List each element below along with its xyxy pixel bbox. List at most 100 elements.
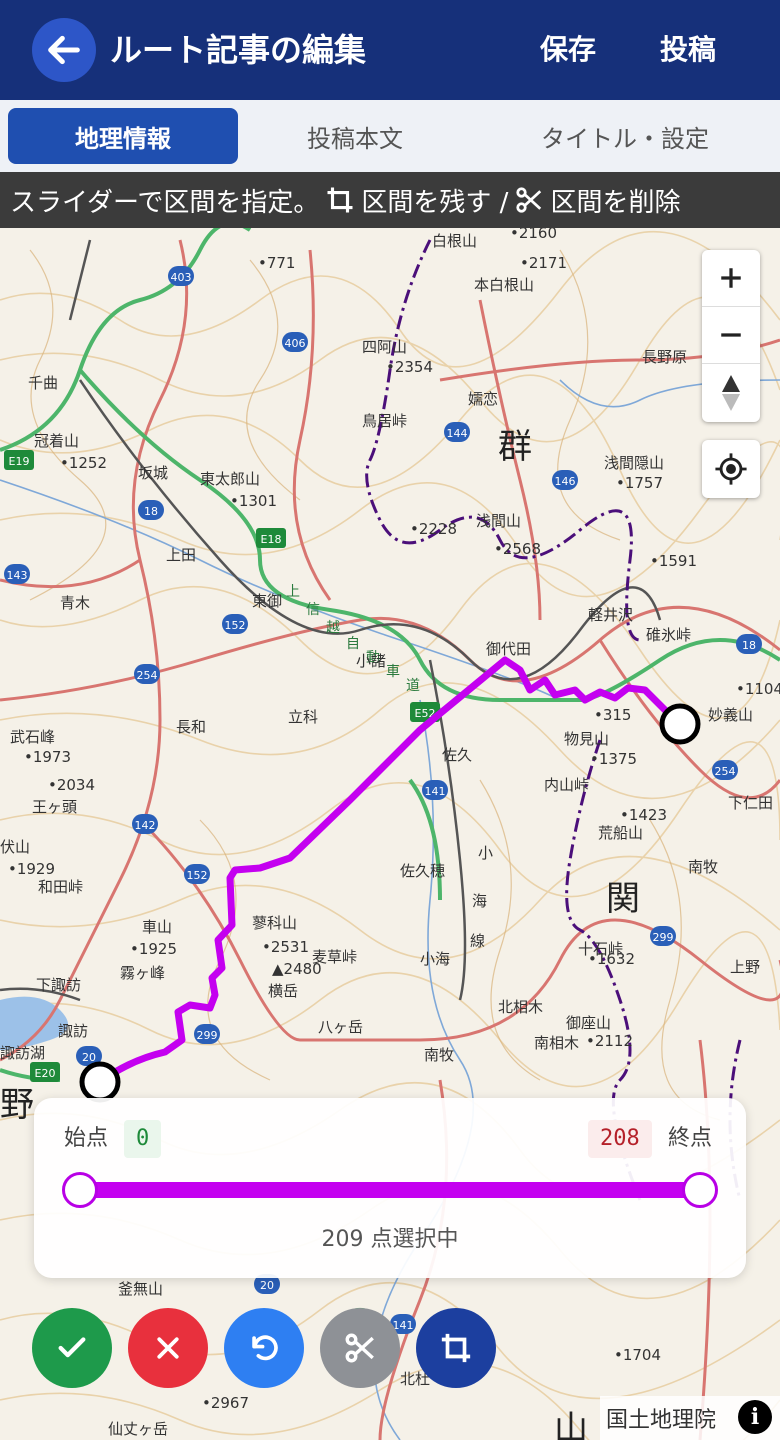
road-number: 254 xyxy=(137,669,158,682)
map-label: •2160 xyxy=(510,228,557,242)
map-label: 東太郎山 xyxy=(200,470,260,488)
zoom-out-button[interactable] xyxy=(702,307,760,364)
slider-end-handle[interactable] xyxy=(682,1172,718,1208)
range-slider-card: 始点 0 208 終点 209 点選択中 xyxy=(34,1098,746,1278)
map-label: •771 xyxy=(258,254,295,272)
map-label: •1591 xyxy=(650,552,697,570)
tab-geo-info[interactable]: 地理情報 xyxy=(8,108,238,164)
plus-icon xyxy=(721,268,741,288)
map-label: 浅間隠山 xyxy=(604,454,664,472)
undo-icon xyxy=(252,1335,278,1361)
slider-track[interactable] xyxy=(78,1182,700,1198)
scissors-icon xyxy=(516,187,542,213)
map-label: 自 xyxy=(346,636,360,652)
check-icon xyxy=(58,1337,86,1358)
map-label: 伏山 xyxy=(0,838,30,856)
map-label: 嬬恋 xyxy=(468,390,498,408)
map-label: •1632 xyxy=(588,950,635,968)
map-label: •2228 xyxy=(410,520,457,538)
selection-count: 209 点選択中 xyxy=(321,1227,459,1252)
map-label: 南牧 xyxy=(424,1046,454,1064)
tab-post-body[interactable]: 投稿本文 xyxy=(250,108,460,164)
map-label: •1252 xyxy=(60,454,107,472)
road-number: E19 xyxy=(9,455,30,468)
map-label: 青木 xyxy=(60,594,90,612)
post-button[interactable]: 投稿 xyxy=(660,26,716,74)
locate-button[interactable] xyxy=(702,440,760,498)
banner-text-3: 区間を削除 xyxy=(550,187,681,218)
save-button[interactable]: 保存 xyxy=(540,26,596,74)
map-label: 南相木 xyxy=(534,1034,579,1052)
confirm-button[interactable] xyxy=(32,1308,112,1388)
map-label: 諏訪湖 xyxy=(0,1044,45,1062)
map-label: •1375 xyxy=(590,750,637,768)
map-label: •315 xyxy=(594,706,631,724)
compass-button[interactable] xyxy=(702,364,760,421)
map-label: 東御 xyxy=(252,592,282,610)
slider-start-handle[interactable] xyxy=(62,1172,98,1208)
undo-button[interactable] xyxy=(224,1308,304,1388)
map-label: 小海 xyxy=(420,950,450,968)
page-title: ルート記事の編集 xyxy=(110,31,367,69)
map-label: 上野 xyxy=(730,958,760,976)
map-label: 坂城 xyxy=(138,464,168,482)
banner-text-1: スライダーで区間を指定。 xyxy=(10,187,320,218)
road-number: 142 xyxy=(135,819,156,832)
map-label: 内山峠 xyxy=(544,776,589,794)
tab-title-settings[interactable]: タイトル・設定 xyxy=(480,108,770,164)
map-label: 王ヶ頭 xyxy=(32,798,77,816)
map-label: 線 xyxy=(470,932,485,950)
map-label: •1757 xyxy=(616,474,663,492)
map-label: 八ヶ岳 xyxy=(318,1018,363,1036)
map-label: •1301 xyxy=(230,492,277,510)
road-number: 152 xyxy=(225,619,246,632)
map-label: 道 xyxy=(406,678,420,694)
map-label: •2112 xyxy=(586,1032,633,1050)
map-label: 佐久穂 xyxy=(400,862,445,880)
cut-button[interactable] xyxy=(320,1308,400,1388)
app-header: ルート記事の編集 保存 投稿 xyxy=(0,0,780,100)
road-number: E18 xyxy=(261,533,282,546)
scissors-icon xyxy=(345,1333,374,1363)
info-icon[interactable]: i xyxy=(738,1400,772,1434)
map-label: 長和 xyxy=(176,718,206,736)
map-label: 信 xyxy=(306,602,320,618)
zoom-in-button[interactable] xyxy=(702,250,760,307)
banner-text-2: 区間を残す / xyxy=(361,187,509,218)
map-label: •1423 xyxy=(620,806,667,824)
map-label: 白根山 xyxy=(432,232,477,250)
map-label: •1704 xyxy=(614,1346,661,1364)
map-label: 海 xyxy=(472,892,487,910)
map-label: 千曲 xyxy=(28,374,58,392)
map-label: 小諸 xyxy=(356,652,386,670)
cancel-button[interactable] xyxy=(128,1308,208,1388)
road-number: 141 xyxy=(425,785,446,798)
end-label: 終点 xyxy=(668,1126,713,1151)
map-label: 横岳 xyxy=(268,982,298,1000)
map-label: 碓氷峠 xyxy=(646,626,691,644)
map-label: 越 xyxy=(326,620,340,636)
back-button[interactable] xyxy=(32,18,96,82)
road-number: 20 xyxy=(260,1279,274,1292)
compass-icon xyxy=(722,374,740,411)
map-label: •2171 xyxy=(520,254,567,272)
map-label: 釜無山 xyxy=(118,1280,163,1298)
map-label: 上田 xyxy=(166,546,196,564)
tab-bar: 地理情報 投稿本文 タイトル・設定 xyxy=(0,100,780,172)
crop-icon xyxy=(327,187,353,213)
map-label: 物見山 xyxy=(564,730,609,748)
crop-button[interactable] xyxy=(416,1308,496,1388)
map-label: •2034 xyxy=(48,776,95,794)
map-label: 車山 xyxy=(142,918,172,936)
map-label: 武石峰 xyxy=(10,728,55,746)
map-label: 軽井沢 xyxy=(588,606,633,624)
map-label: 鳥居峠 xyxy=(362,412,407,430)
road-number: 299 xyxy=(197,1029,218,1042)
map-label: 小 xyxy=(478,844,493,862)
road-number: 152 xyxy=(187,869,208,882)
map-label: 下諏訪 xyxy=(36,976,81,994)
locate-icon xyxy=(715,453,747,485)
end-value: 208 xyxy=(588,1120,652,1158)
instruction-banner: スライダーで区間を指定。 区間を残す / 区間を削除 xyxy=(0,172,780,228)
map-label: •1104 xyxy=(736,680,780,698)
